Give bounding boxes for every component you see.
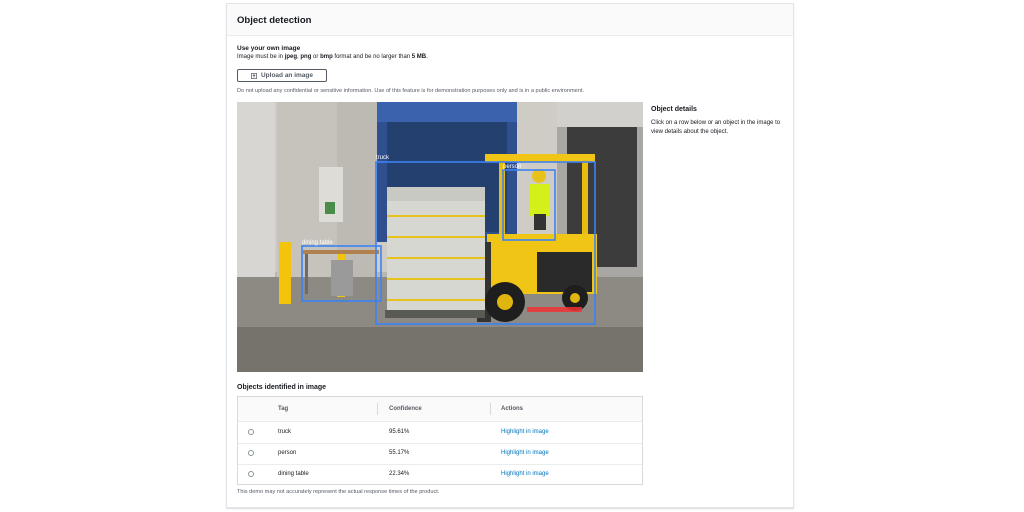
forklift-scene: truck person dining table xyxy=(237,102,643,372)
disclaimer-text: Do not upload any confidential or sensit… xyxy=(237,88,585,94)
detection-image[interactable]: truck person dining table xyxy=(237,102,643,372)
row-tag: person xyxy=(278,450,297,456)
table-row[interactable]: person 55.17% Highlight in image xyxy=(238,443,642,465)
format-jpeg: jpeg xyxy=(284,54,298,60)
highlight-link[interactable]: Highlight in image xyxy=(501,471,549,477)
object-details-desc: Click on a row below or an object in the… xyxy=(651,120,781,135)
highlight-link[interactable]: Highlight in image xyxy=(501,429,549,435)
desc-suffix: . xyxy=(426,54,428,60)
upload-requirements: Image must be in jpeg, png or bmp format… xyxy=(237,54,428,60)
header-tag: Tag xyxy=(278,406,289,412)
objects-table: Tag Confidence Actions truck 95.61% High… xyxy=(237,396,643,485)
upload-image-button[interactable]: Upload an image xyxy=(237,69,327,82)
object-details-title: Object details xyxy=(651,106,697,113)
desc-prefix: Image must be in xyxy=(237,54,285,60)
format-png: png xyxy=(300,54,312,60)
object-detection-panel: Object detection Use your own image Imag… xyxy=(226,3,794,508)
header-actions: Actions xyxy=(501,406,524,412)
row-confidence: 95.61% xyxy=(389,429,410,435)
truck-box-label: truck xyxy=(376,155,390,161)
table-row[interactable]: dining table 22.34% Highlight in image xyxy=(238,464,642,485)
objects-identified-title: Objects identified in image xyxy=(237,384,327,391)
column-divider xyxy=(377,403,378,415)
dining-table-box-label: dining table xyxy=(302,240,333,246)
footer-note: This demo may not accurately represent t… xyxy=(237,489,440,495)
panel-title: Object detection xyxy=(237,15,312,26)
upload-icon xyxy=(251,72,257,79)
panel-header: Object detection xyxy=(227,4,793,36)
row-radio[interactable] xyxy=(248,429,254,435)
row-tag: dining table xyxy=(278,471,309,477)
highlight-link[interactable]: Highlight in image xyxy=(501,450,549,456)
desc-middle: format and be no larger than xyxy=(332,54,412,60)
header-confidence: Confidence xyxy=(389,406,422,412)
upload-button-label: Upload an image xyxy=(260,72,313,79)
row-radio[interactable] xyxy=(248,450,254,456)
person-box-label: person xyxy=(503,164,521,170)
row-confidence: 22.34% xyxy=(389,471,410,477)
row-confidence: 55.17% xyxy=(389,450,410,456)
column-divider xyxy=(490,403,491,415)
table-row[interactable]: truck 95.61% Highlight in image xyxy=(238,422,642,444)
desc-sep2: or xyxy=(311,54,321,60)
max-size: 5 MB xyxy=(411,54,427,60)
format-bmp: bmp xyxy=(320,54,333,60)
row-tag: truck xyxy=(278,429,292,435)
upload-section-title: Use your own image xyxy=(237,45,301,52)
row-radio[interactable] xyxy=(248,471,254,477)
table-header: Tag Confidence Actions xyxy=(238,397,642,422)
